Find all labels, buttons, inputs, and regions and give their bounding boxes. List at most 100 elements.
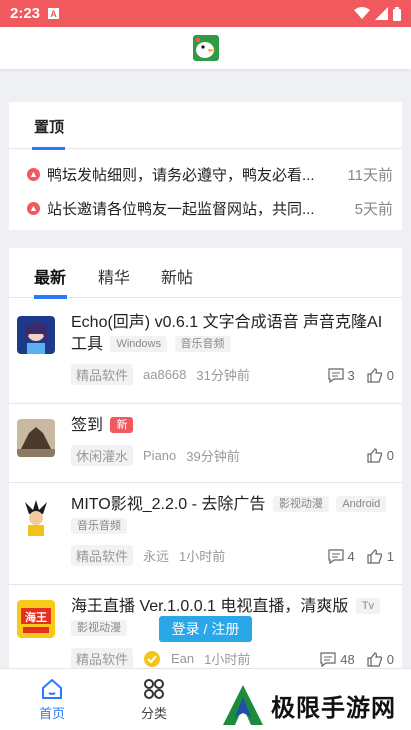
post-item[interactable]: Echo(回声) v0.6.1 文字合成语音 声音克隆AI工具 Windows … <box>9 299 402 404</box>
post-time: 31分钟前 <box>196 368 250 383</box>
post-stats: 0 <box>367 448 394 463</box>
post-title: 签到 新 <box>71 415 394 437</box>
comment-icon <box>327 549 344 564</box>
comment-stat[interactable]: 48 <box>320 652 355 667</box>
post-item[interactable]: 签到 新 休闲灌水 Piano 39分钟前 0 <box>9 404 402 483</box>
nav-home-label: 首页 <box>38 706 65 721</box>
pinned-item[interactable]: ▲ 站长邀请各位鸭友一起监督网站，共同... 5天前 <box>27 198 393 218</box>
post-time: 1小时前 <box>204 652 251 667</box>
post-author[interactable]: 永远 <box>143 546 169 565</box>
watermark: 极限手游网 <box>221 680 411 730</box>
nav-category[interactable]: 分类 <box>124 677 184 722</box>
post-category[interactable]: 精品软件 <box>71 648 134 668</box>
wifi-icon <box>354 7 370 19</box>
thumbs-up-icon <box>367 368 382 383</box>
post-category[interactable]: 精品软件 <box>71 545 134 566</box>
post-meta: 精品软件 永远 1小时前 <box>71 545 225 566</box>
nav-home[interactable]: 首页 <box>22 677 82 722</box>
like-stat[interactable]: 0 <box>367 652 394 667</box>
post-feed: 最新 精华 新帖 Echo(回声) v0.6.1 文字合成语音 声音克隆AI工具… <box>9 248 402 668</box>
duck-logo-icon[interactable] <box>191 33 221 63</box>
avatar <box>17 316 55 354</box>
post-author[interactable]: Piano <box>143 448 176 463</box>
pinned-item-date: 5天前 <box>354 200 393 218</box>
status-bar: 2:23 A <box>0 0 411 27</box>
like-count: 0 <box>386 448 394 463</box>
post-tag[interactable]: Android <box>336 496 387 512</box>
app-header <box>0 27 411 69</box>
thumbs-up-icon <box>367 448 382 463</box>
post-tag[interactable]: 影视动漫 <box>71 620 127 636</box>
tab-featured[interactable]: 精华 <box>98 264 130 288</box>
comment-count: 4 <box>347 549 355 564</box>
post-author[interactable]: Ean <box>171 651 194 666</box>
like-stat[interactable]: 1 <box>367 549 394 564</box>
post-tag[interactable]: 音乐音频 <box>71 518 127 534</box>
comment-icon <box>327 368 344 383</box>
verified-badge-icon <box>144 650 161 667</box>
post-title-text: 海王直播 Ver.1.0.0.1 电视直播，清爽版 <box>71 598 349 615</box>
post-title: MITO影视_2.2.0 - 去除广告 影视动漫 Android 音乐音频 <box>71 494 394 538</box>
post-item[interactable]: MITO影视_2.2.0 - 去除广告 影视动漫 Android 音乐音频 精品… <box>9 483 402 585</box>
post-time: 1小时前 <box>179 549 226 564</box>
battery-icon <box>393 6 401 21</box>
pinned-header: 置顶 <box>9 102 402 150</box>
comment-icon <box>320 652 336 667</box>
arrow-up-icon: ▲ <box>27 201 40 215</box>
like-count: 1 <box>386 549 394 564</box>
status-icons <box>354 6 401 21</box>
post-author[interactable]: aa8668 <box>143 367 186 382</box>
post-tag[interactable]: 影视动漫 <box>272 496 329 512</box>
avatar <box>17 419 55 457</box>
login-register-button[interactable]: 登录 / 注册 <box>159 616 252 642</box>
tab-latest[interactable]: 最新 <box>34 264 66 288</box>
signal-icon <box>375 7 388 20</box>
post-title-text: MITO影视_2.2.0 - 去除广告 <box>71 496 266 513</box>
post-meta: 精品软件 Ean 1小时前 <box>71 648 250 668</box>
like-stat[interactable]: 0 <box>367 368 394 383</box>
pinned-underline <box>32 147 65 150</box>
post-time: 39分钟前 <box>186 449 240 464</box>
watermark-logo-icon <box>223 685 263 725</box>
comment-stat[interactable]: 4 <box>327 549 355 564</box>
like-stat[interactable]: 0 <box>367 448 394 463</box>
post-meta: 休闲灌水 Piano 39分钟前 <box>71 445 240 466</box>
post-stats: 3 0 <box>327 368 394 383</box>
pinned-item[interactable]: ▲ 鸭坛发帖细则，请务必遵守，鸭友必看... 11天前 <box>27 164 393 184</box>
grid-icon <box>144 679 164 699</box>
pinned-item-date: 11天前 <box>347 166 393 184</box>
pinned-section: 置顶 ▲ 鸭坛发帖细则，请务必遵守，鸭友必看... 11天前 ▲ 站长邀请各位鸭… <box>9 102 402 230</box>
pinned-title: 置顶 <box>34 119 65 136</box>
post-category[interactable]: 精品软件 <box>71 364 134 385</box>
post-stats: 48 0 <box>320 652 394 667</box>
pinned-item-title: 站长邀请各位鸭友一起监督网站，共同... <box>47 200 315 218</box>
post-title-text: 签到 <box>71 417 104 434</box>
avatar <box>17 498 55 536</box>
svg-text:海王: 海王 <box>25 610 47 624</box>
thumbs-up-icon <box>367 549 382 564</box>
home-icon <box>42 679 62 699</box>
post-tag[interactable]: 音乐音频 <box>174 336 231 352</box>
post-category[interactable]: 休闲灌水 <box>71 445 134 466</box>
like-count: 0 <box>386 652 394 667</box>
comment-count: 3 <box>347 368 355 383</box>
arrow-up-icon: ▲ <box>27 167 40 181</box>
post-tag[interactable]: Windows <box>110 336 168 352</box>
status-time: 2:23 <box>10 5 41 22</box>
comment-count: 48 <box>340 652 355 667</box>
post-title: Echo(回声) v0.6.1 文字合成语音 声音克隆AI工具 Windows … <box>71 312 394 356</box>
thumbs-up-icon <box>367 652 382 667</box>
comment-stat[interactable]: 3 <box>327 368 355 383</box>
new-badge: 新 <box>110 417 134 433</box>
tab-new-posts[interactable]: 新帖 <box>161 264 193 288</box>
post-tag[interactable]: Tv <box>355 598 381 614</box>
feed-tabs: 最新 精华 新帖 <box>9 248 402 299</box>
like-count: 0 <box>386 368 394 383</box>
post-stats: 4 1 <box>327 549 394 564</box>
watermark-text: 极限手游网 <box>271 692 396 722</box>
post-meta: 精品软件 aa8668 31分钟前 <box>71 364 250 385</box>
pinned-item-title: 鸭坛发帖细则，请务必遵守，鸭友必看... <box>47 166 315 184</box>
notification-icon: A <box>48 8 60 19</box>
nav-category-label: 分类 <box>140 706 167 721</box>
avatar: 海王 <box>17 600 55 638</box>
